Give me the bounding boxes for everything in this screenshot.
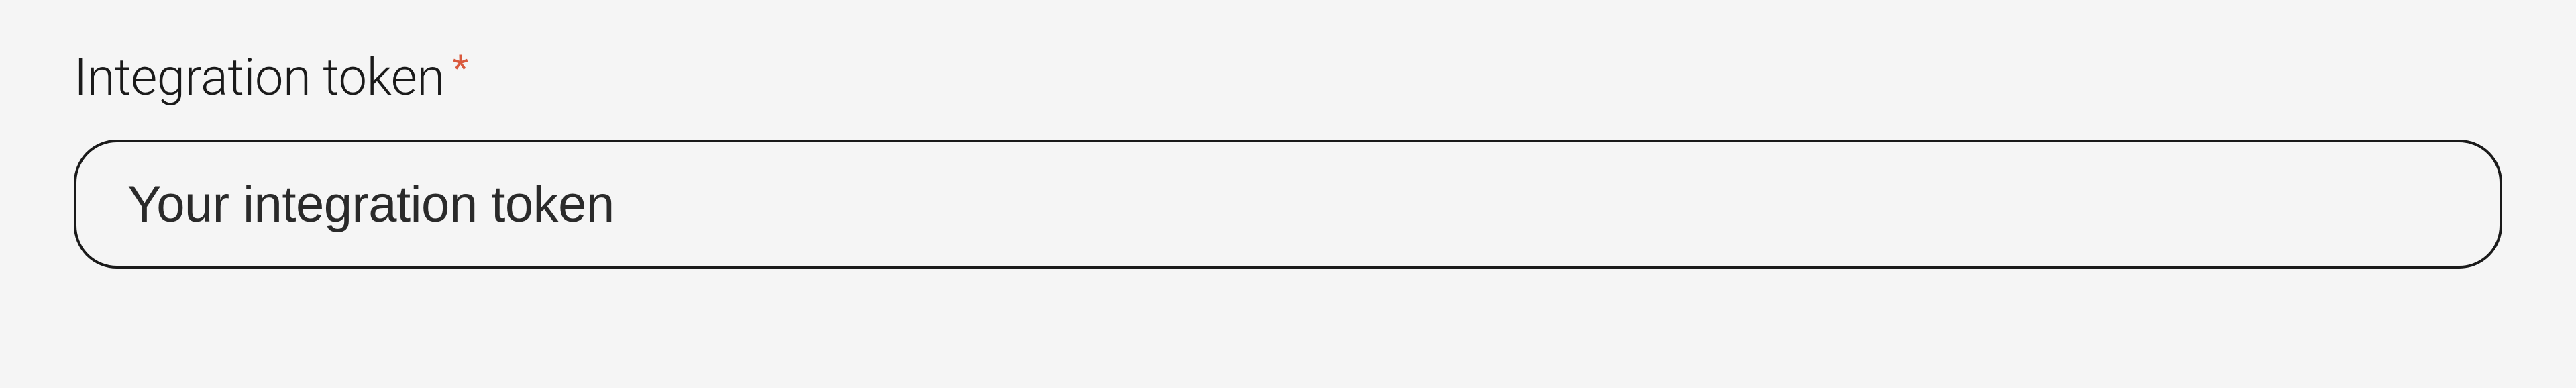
integration-token-input[interactable] <box>74 140 2502 269</box>
integration-token-label: Integration token <box>74 47 445 107</box>
required-asterisk-icon: * <box>453 51 468 87</box>
field-label-row: Integration token * <box>74 47 2502 107</box>
integration-token-field-group: Integration token * <box>74 47 2502 269</box>
